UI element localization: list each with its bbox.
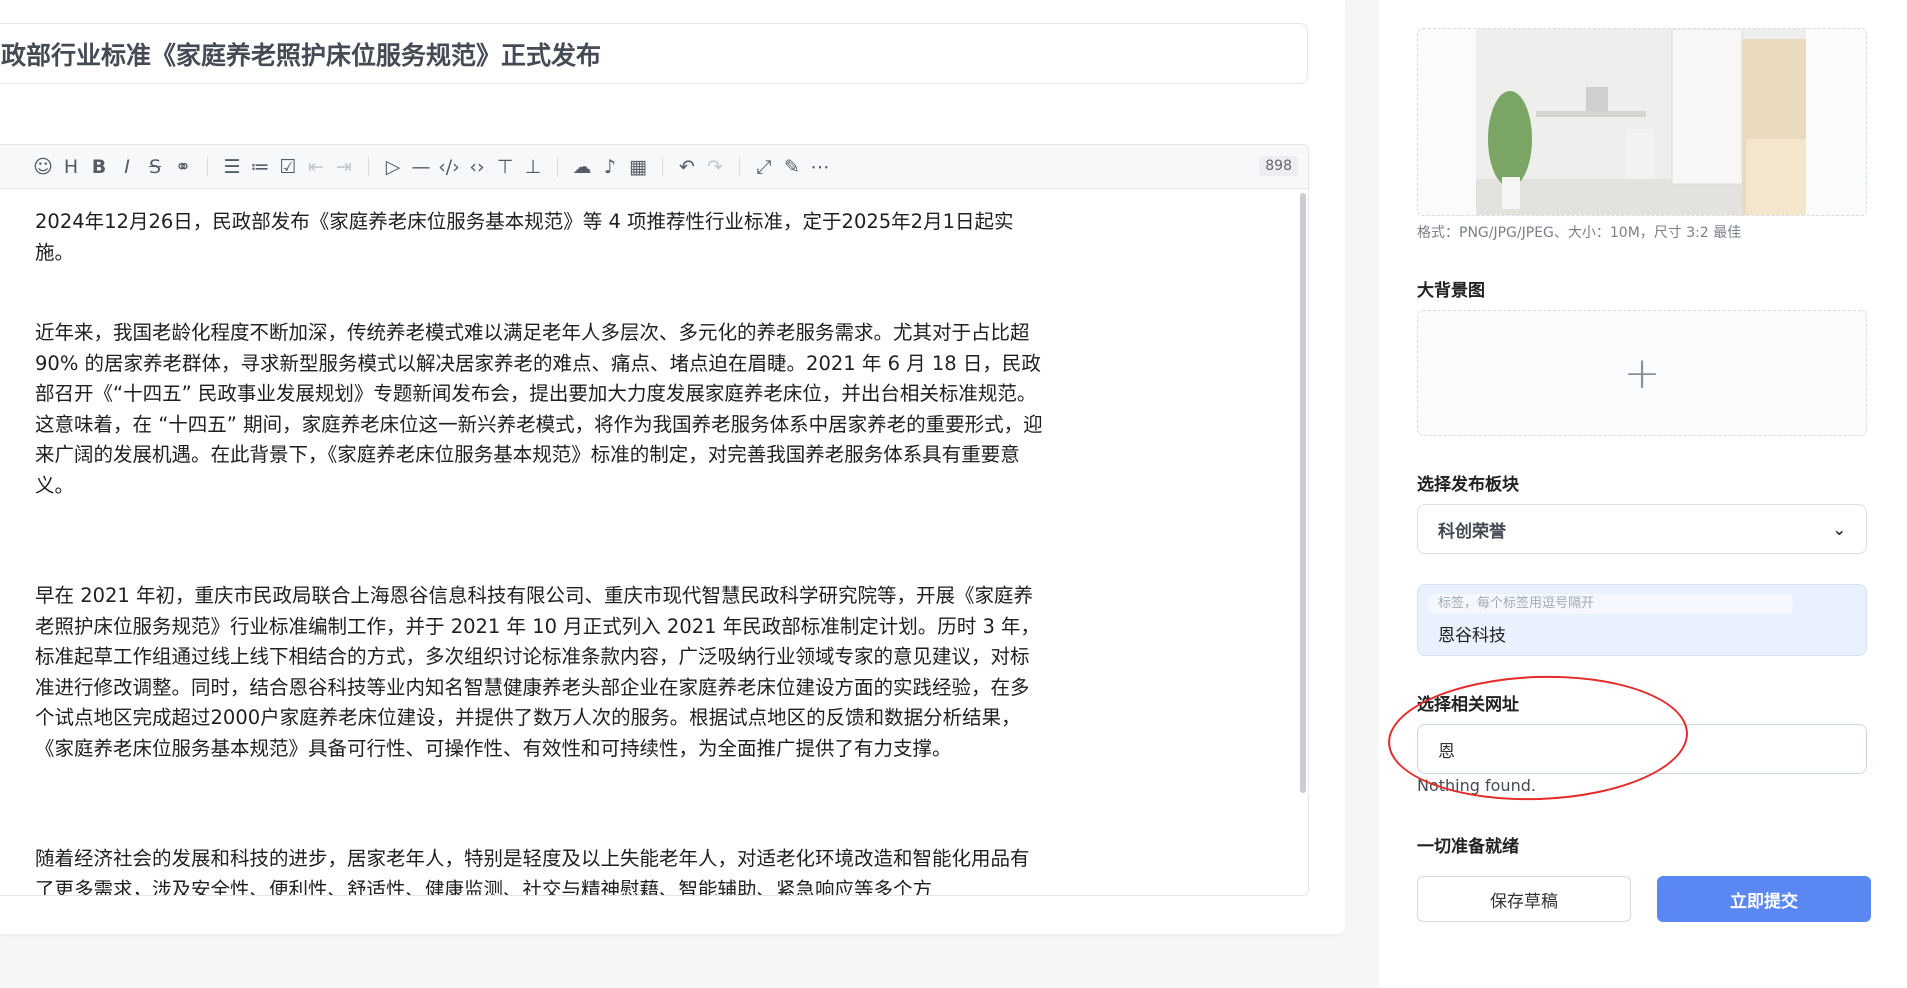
section-label: 选择发布板块 bbox=[1417, 475, 1519, 495]
chevron-down-icon: ⌄ bbox=[1832, 520, 1846, 539]
background-image-upload[interactable]: + bbox=[1417, 310, 1867, 436]
plus-icon: + bbox=[1623, 347, 1661, 399]
upload-icon[interactable]: ☁ bbox=[568, 153, 596, 181]
background-image-label: 大背景图 bbox=[1417, 281, 1485, 301]
image-format-hint: 格式：PNG/JPG/JPEG、大小：10M，尺寸 3:2 最佳 bbox=[1417, 225, 1742, 241]
article-title: 政部行业标准《家庭养老照护床位服务规范》正式发布 bbox=[1, 40, 602, 70]
tag-chip[interactable]: 恩谷科技 bbox=[1438, 621, 1506, 646]
cover-image-upload[interactable] bbox=[1417, 28, 1867, 216]
heading-icon[interactable]: H bbox=[57, 153, 85, 181]
toolbar-divider bbox=[207, 156, 208, 177]
fullscreen-icon[interactable]: ⤢ bbox=[750, 153, 778, 181]
section-select[interactable]: 科创荣誉 ⌄ bbox=[1417, 504, 1867, 554]
checklist-icon[interactable]: ☑ bbox=[274, 153, 302, 181]
tag-field[interactable]: 标签，每个标签用逗号隔开 恩谷科技 bbox=[1417, 584, 1867, 656]
quote-icon[interactable]: ▷ bbox=[379, 153, 407, 181]
edit-mode-icon[interactable]: ✎ bbox=[778, 153, 806, 181]
unordered-list-icon[interactable]: ☰ bbox=[218, 153, 246, 181]
record-icon[interactable]: ♪ bbox=[596, 153, 624, 181]
cover-image bbox=[1476, 29, 1806, 215]
toolbar-divider bbox=[368, 156, 369, 177]
link-icon[interactable]: ⚭ bbox=[169, 153, 197, 181]
toolbar-divider bbox=[662, 156, 663, 177]
indent-icon[interactable]: ⇥ bbox=[330, 153, 358, 181]
paragraph: 2024年12月26日，民政部发布《家庭养老床位服务基本规范》等 4 项推荐性行… bbox=[35, 210, 1014, 264]
bold-icon[interactable]: B bbox=[85, 153, 113, 181]
markdown-editor[interactable]: ☺ H B I S ⚭ ☰ ≔ ☑ ⇤ ⇥ ▷ — ‹/› ‹› ⊤ ⊥ ☁ ♪… bbox=[0, 144, 1309, 896]
inline-code-icon[interactable]: ‹› bbox=[463, 153, 491, 181]
section-selected-value: 科创荣誉 bbox=[1438, 521, 1506, 542]
ordered-list-icon[interactable]: ≔ bbox=[246, 153, 274, 181]
related-url-label: 选择相关网址 bbox=[1417, 695, 1519, 715]
paragraph: 随着经济社会的发展和科技的进步，居家老年人，特别是轻度及以上失能老年人，对适老化… bbox=[35, 847, 1030, 896]
paragraph: 早在 2021 年初，重庆市民政局联合上海恩谷信息科技有限公司、重庆市现代智慧民… bbox=[35, 584, 1041, 760]
redo-icon[interactable]: ↷ bbox=[701, 153, 729, 181]
ready-label: 一切准备就绪 bbox=[1417, 837, 1519, 857]
emoji-icon[interactable]: ☺ bbox=[29, 153, 57, 181]
word-count: 898 bbox=[1259, 156, 1298, 176]
submit-button[interactable]: 立即提交 bbox=[1657, 876, 1871, 922]
settings-panel: 格式：PNG/JPG/JPEG、大小：10M，尺寸 3:2 最佳 大背景图 + … bbox=[1379, 0, 1907, 988]
paragraph: 近年来，我国老龄化程度不断加深，传统养老模式难以满足老年人多层次、多元化的养老服… bbox=[35, 321, 1043, 497]
horizontal-rule-icon[interactable]: — bbox=[407, 153, 435, 181]
tag-input[interactable]: 标签，每个标签用逗号隔开 bbox=[1428, 594, 1793, 614]
title-field[interactable]: 政部行业标准《家庭养老照护床位服务规范》正式发布 bbox=[0, 23, 1308, 84]
editor-content[interactable]: 2024年12月26日，民政部发布《家庭养老床位服务基本规范》等 4 项推荐性行… bbox=[35, 207, 1045, 896]
related-url-input[interactable] bbox=[1417, 724, 1867, 774]
editor-card: 政部行业标准《家庭养老照护床位服务规范》正式发布 ☺ H B I S ⚭ ☰ ≔… bbox=[0, 0, 1345, 934]
save-draft-button[interactable]: 保存草稿 bbox=[1417, 876, 1631, 922]
table-icon[interactable]: ▦ bbox=[624, 153, 652, 181]
undo-icon[interactable]: ↶ bbox=[673, 153, 701, 181]
editor-toolbar: ☺ H B I S ⚭ ☰ ≔ ☑ ⇤ ⇥ ▷ — ‹/› ‹› ⊤ ⊥ ☁ ♪… bbox=[0, 145, 1308, 189]
editor-scrollbar[interactable] bbox=[1300, 193, 1306, 793]
italic-icon[interactable]: I bbox=[113, 153, 141, 181]
toolbar-divider bbox=[557, 156, 558, 177]
strikethrough-icon[interactable]: S bbox=[141, 153, 169, 181]
code-icon[interactable]: ‹/› bbox=[435, 153, 463, 181]
insert-before-icon[interactable]: ⊤ bbox=[491, 153, 519, 181]
outdent-icon[interactable]: ⇤ bbox=[302, 153, 330, 181]
toolbar-divider bbox=[739, 156, 740, 177]
page: 政部行业标准《家庭养老照护床位服务规范》正式发布 ☺ H B I S ⚭ ☰ ≔… bbox=[0, 0, 1907, 988]
more-icon[interactable]: ⋯ bbox=[806, 153, 834, 181]
no-results-text: Nothing found. bbox=[1417, 776, 1536, 795]
insert-after-icon[interactable]: ⊥ bbox=[519, 153, 547, 181]
